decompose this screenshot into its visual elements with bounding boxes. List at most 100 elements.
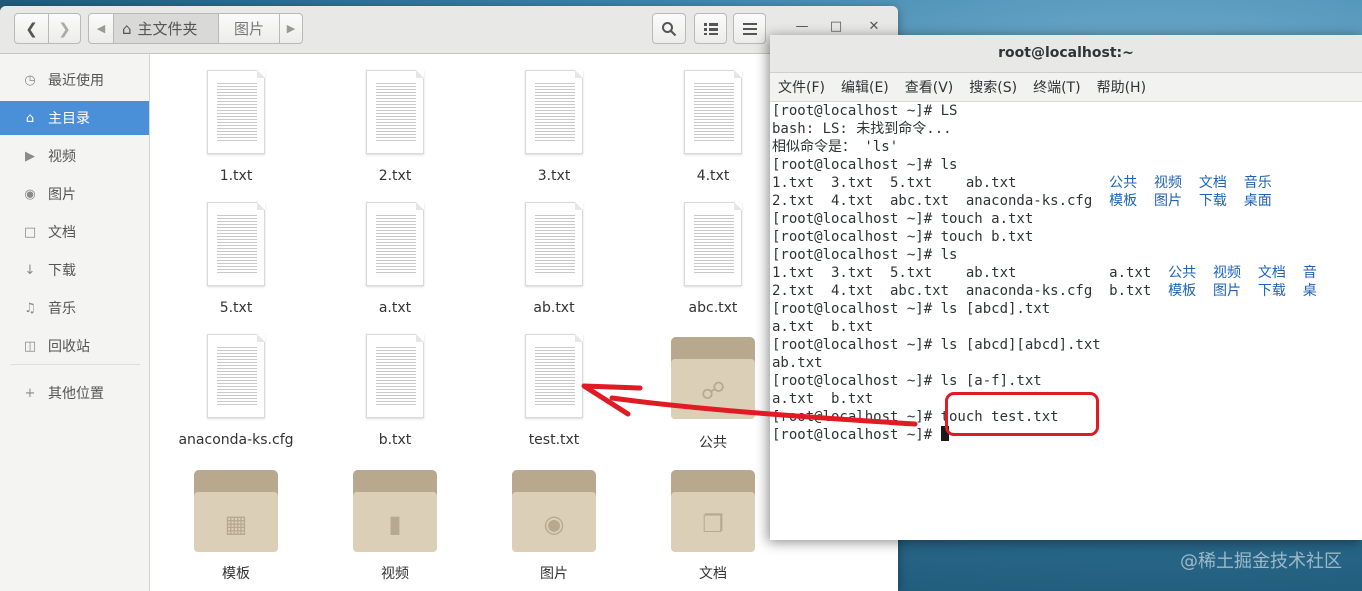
video-icon: ▶	[25, 148, 35, 164]
sidebar-item[interactable]: ⌂ 主目录	[0, 101, 149, 135]
folder-item[interactable]: ☍ 公共	[633, 333, 793, 451]
terminal-line: [root@localhost ~]# touch a.txt	[772, 211, 1034, 227]
terminal-menu-item[interactable]: 帮助(H)	[1089, 77, 1154, 97]
file-item[interactable]: anaconda-ks.cfg	[156, 333, 316, 451]
item-label: b.txt	[378, 432, 412, 448]
terminal-titlebar: root@localhost:~	[770, 35, 1362, 73]
folder-item[interactable]: ▦ 模板	[156, 466, 316, 584]
breadcrumb-scroll-left[interactable]: ◀	[88, 13, 114, 44]
item-label: 文档	[699, 566, 727, 582]
terminal-line: ab.txt	[772, 355, 823, 371]
terminal-menu-item[interactable]: 搜索(S)	[961, 77, 1025, 97]
terminal-line: 2.txt 4.txt abc.txt anaconda-ks.cfg 模板 图…	[772, 193, 1272, 209]
list-view-icon	[703, 22, 718, 35]
item-label: a.txt	[378, 300, 412, 316]
text-file-icon	[366, 202, 424, 286]
document-icon: ❐	[702, 510, 724, 538]
close-button[interactable]: ✕	[862, 19, 886, 39]
annotation-highlight-box	[945, 392, 1099, 436]
forward-button[interactable]: ❯	[48, 13, 81, 44]
maximize-button[interactable]: □	[824, 19, 848, 39]
terminal-menu-item[interactable]: 文件(F)	[770, 77, 833, 97]
sidebar-item[interactable]: + 其他位置	[0, 376, 149, 410]
sidebar-item-label: 文档	[48, 225, 76, 241]
terminal-line: [root@localhost ~]# LS	[772, 103, 958, 119]
video-icon: ▮	[388, 510, 402, 538]
file-item[interactable]: test.txt	[474, 333, 634, 451]
item-label: 3.txt	[537, 168, 571, 184]
file-item[interactable]: 3.txt	[474, 69, 634, 187]
text-file-icon	[684, 202, 742, 286]
file-item[interactable]: 1.txt	[156, 69, 316, 187]
minimize-button[interactable]: —	[790, 19, 814, 39]
item-label: 2.txt	[378, 168, 412, 184]
sidebar-item[interactable]: ♫ 音乐	[0, 291, 149, 325]
folder-icon: ❐	[671, 470, 755, 552]
folder-item[interactable]: ▮ 视频	[315, 466, 475, 584]
search-button[interactable]	[652, 13, 686, 44]
sidebar-item[interactable]: ◫ 回收站	[0, 329, 149, 363]
text-file-icon	[525, 334, 583, 418]
file-item[interactable]: a.txt	[315, 201, 475, 319]
item-label: 5.txt	[219, 300, 253, 316]
plus-icon: +	[24, 385, 36, 401]
terminal-output[interactable]: [root@localhost ~]# LS bash: LS: 未找到命令...…	[772, 102, 1362, 540]
breadcrumb-scroll-right[interactable]: ▶	[279, 13, 303, 44]
file-item[interactable]: 5.txt	[156, 201, 316, 319]
text-file-icon	[366, 334, 424, 418]
file-item[interactable]: 4.txt	[633, 69, 793, 187]
text-file-icon	[684, 70, 742, 154]
terminal-line: [root@localhost ~]# ls [abcd][abcd].txt	[772, 337, 1101, 353]
folder-item[interactable]: ❐ 文档	[633, 466, 793, 584]
terminal-menu-item[interactable]: 编辑(E)	[833, 77, 897, 97]
file-manager-window: ❮ ❯ ◀ ⌂ 主文件夹 图片 ▶ ◷ 最近使用 ⌂ 主目录 ▶ 视频 ◉ 图片 □ 文档 ↓ 下载 ♫…	[0, 6, 898, 591]
folder-icon: ▦	[194, 470, 278, 552]
item-label: 图片	[540, 566, 568, 582]
places-sidebar: ◷ 最近使用 ⌂ 主目录 ▶ 视频 ◉ 图片 □ 文档 ↓ 下载 ♫ 音乐 ◫ 回收站 + 其他位置	[0, 54, 150, 591]
sidebar-item-label: 主目录	[48, 111, 90, 127]
file-manager-header: ❮ ❯ ◀ ⌂ 主文件夹 图片 ▶	[0, 6, 898, 54]
file-item[interactable]: b.txt	[315, 333, 475, 451]
template-icon: ▦	[224, 510, 248, 538]
item-label: 1.txt	[219, 168, 253, 184]
sidebar-item[interactable]: ▶ 视频	[0, 139, 149, 173]
back-button[interactable]: ❮	[14, 13, 49, 44]
terminal-line: [root@localhost ~]# ls	[772, 247, 958, 263]
item-label: 公共	[699, 435, 727, 451]
text-file-icon	[207, 202, 265, 286]
terminal-line: 1.txt 3.txt 5.txt ab.txt a.txt 公共 视频 文档 …	[772, 265, 1317, 281]
file-item[interactable]: 2.txt	[315, 69, 475, 187]
home-icon: ⌂	[25, 110, 35, 126]
sidebar-separator	[10, 364, 140, 365]
file-item[interactable]: ab.txt	[474, 201, 634, 319]
terminal-menu-item[interactable]: 终端(T)	[1025, 77, 1088, 97]
breadcrumb-home-label: 主文件夹	[137, 20, 198, 38]
search-icon	[662, 21, 677, 36]
terminal-menu-item[interactable]: 查看(V)	[897, 77, 962, 97]
terminal-title: root@localhost:~	[998, 45, 1134, 61]
menu-button[interactable]	[733, 13, 766, 44]
sidebar-item[interactable]: ◉ 图片	[0, 177, 149, 211]
document-icon: □	[23, 224, 37, 240]
sidebar-item[interactable]: □ 文档	[0, 215, 149, 249]
view-mode-button[interactable]	[694, 13, 727, 44]
sidebar-item[interactable]: ↓ 下载	[0, 253, 149, 287]
text-file-icon	[366, 70, 424, 154]
item-label: abc.txt	[688, 300, 738, 316]
breadcrumb-pictures[interactable]: 图片	[218, 13, 280, 44]
terminal-line: [root@localhost ~]# ls [a-f].txt	[772, 373, 1042, 389]
minimize-icon: —	[795, 19, 809, 34]
breadcrumb-home[interactable]: ⌂ 主文件夹	[113, 13, 219, 44]
clock-icon: ◷	[24, 72, 36, 88]
sidebar-item-label: 视频	[48, 149, 76, 165]
terminal-line: 1.txt 3.txt 5.txt ab.txt 公共 视频 文档 音乐	[772, 175, 1272, 191]
file-item[interactable]: abc.txt	[633, 201, 793, 319]
item-label: 模板	[222, 566, 250, 582]
terminal-line: [root@localhost ~]# ls	[772, 157, 958, 173]
terminal-menubar: 文件(F) 编辑(E) 查看(V) 搜索(S) 终端(T) 帮助(H)	[770, 73, 1362, 102]
sidebar-item-label: 音乐	[48, 301, 76, 317]
folder-item[interactable]: ◉ 图片	[474, 466, 634, 584]
item-label: ab.txt	[533, 300, 575, 316]
terminal-line: 2.txt 4.txt abc.txt anaconda-ks.cfg b.tx…	[772, 283, 1317, 299]
sidebar-item[interactable]: ◷ 最近使用	[0, 63, 149, 97]
